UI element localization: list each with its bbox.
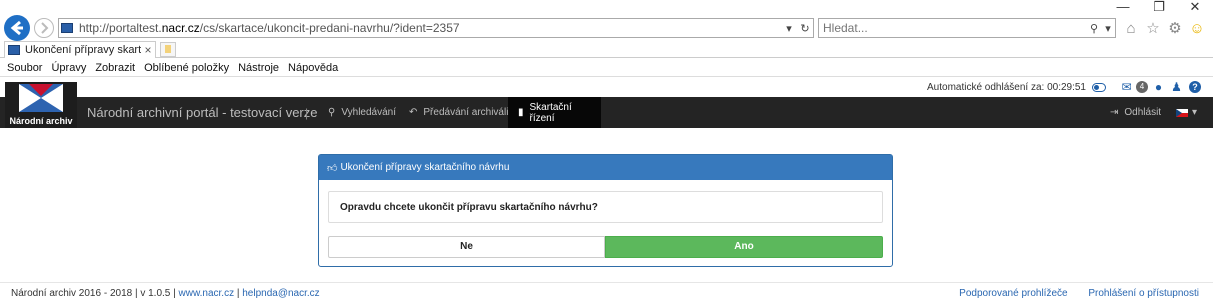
envelope-icon[interactable]: ✉ [1119, 80, 1134, 94]
footer-copyright: Národní archiv 2016 - 2018 | v 1.0.5 | [11, 288, 179, 299]
search-icon[interactable]: ⚲ [1087, 22, 1101, 35]
footer: Národní archiv 2016 - 2018 | v 1.0.5 | w… [0, 282, 1213, 302]
help-icon[interactable]: ? [1189, 81, 1201, 93]
new-tab-button[interactable] [160, 42, 176, 57]
forward-arrow-icon [41, 22, 49, 34]
menu-oblibene[interactable]: Oblíbené položky [144, 62, 229, 74]
dialog-title: Ukončení přípravy skartačního návrhu [340, 162, 510, 173]
user-icon[interactable]: ♟ [1169, 80, 1184, 94]
chat-icon[interactable]: ● [1151, 80, 1166, 94]
menu-upravy[interactable]: Úpravy [51, 62, 86, 74]
logo-text: Národní archiv [9, 116, 73, 126]
menu-soubor[interactable]: Soubor [7, 62, 42, 74]
main-navbar: Národní archiv Národní archivní portál -… [0, 82, 1213, 128]
thumbs-up-icon: 👍︎ [327, 162, 338, 174]
menu-zobrazit[interactable]: Zobrazit [95, 62, 135, 74]
reply-icon: ↶ [409, 107, 418, 118]
refresh-icon[interactable]: ↻ [797, 22, 813, 35]
language-dropdown[interactable]: ▾ [1176, 97, 1197, 128]
nav-item-label: Skartační řízení [529, 101, 572, 124]
dialog-question: Opravdu chcete ukončit přípravu skartačn… [328, 191, 883, 223]
dialog-header: 👍︎ Ukončení přípravy skartačního návrhu [319, 155, 892, 180]
nav-item-skartacni-rizeni[interactable]: ▮ Skartační řízení [508, 97, 601, 128]
search-dropdown-icon[interactable]: ▾ [1101, 22, 1115, 35]
menu-nastroje[interactable]: Nástroje [238, 62, 279, 74]
close-tab-icon[interactable]: × [141, 43, 155, 57]
browser-icons: ⌂ ☆ ⚙ ☺ [1122, 20, 1206, 38]
site-title: Národní archivní portál - testovací verz… [87, 105, 318, 120]
nav-item-predavani[interactable]: ↶ Předávání archiválií [399, 97, 521, 128]
url-text[interactable]: http://portaltest.nacr.cz/cs/skartace/uk… [79, 21, 781, 35]
website-link[interactable]: www.nacr.cz [179, 288, 235, 299]
forward-button[interactable] [34, 18, 54, 38]
nav-item-label: Vyhledávání [341, 107, 396, 118]
yes-button[interactable]: Ano [605, 236, 883, 258]
tab-favicon-icon [8, 45, 20, 55]
supported-browsers-link[interactable]: Podporované prohlížeče [959, 288, 1067, 299]
toggle-icon[interactable] [1092, 82, 1106, 92]
menu-napoveda[interactable]: Nápověda [288, 62, 338, 74]
back-arrow-icon [10, 20, 23, 36]
confirm-dialog: 👍︎ Ukončení přípravy skartačního návrhu … [318, 154, 893, 267]
messages-count-badge[interactable]: 4 [1136, 81, 1148, 93]
site-favicon-icon [61, 23, 73, 33]
email-link[interactable]: helpnda@nacr.cz [242, 288, 319, 299]
czech-flag-icon [1176, 108, 1188, 117]
menu-bar: Soubor Úpravy Zobrazit Oblíbené položky … [0, 59, 1213, 77]
no-button[interactable]: Ne [328, 236, 605, 258]
accessibility-statement-link[interactable]: Prohlášení o přístupnosti [1088, 288, 1199, 299]
favorites-star-icon[interactable]: ☆ [1144, 20, 1162, 38]
search-input[interactable] [823, 21, 1087, 35]
trash-icon: ▮ [518, 107, 524, 118]
search-icon: ⚲ [328, 107, 336, 118]
tab-active[interactable]: Ukončení přípravy skartační... × [4, 41, 156, 58]
footer-links: Podporované prohlížeče Prohlášení o přís… [941, 288, 1199, 299]
dropdown-arrow-icon[interactable]: ▾ [781, 22, 797, 35]
nav-item-vyhledavani[interactable]: ⚲ Vyhledávání [318, 97, 406, 128]
logout-label: Odhlásit [1124, 107, 1162, 118]
logo-mark-icon [19, 84, 63, 112]
tab-strip: Ukončení přípravy skartační... × [0, 40, 1213, 58]
logout-icon: ⇥ [1110, 107, 1119, 118]
tab-title: Ukončení přípravy skartační... [25, 44, 141, 56]
caret-down-icon: ▾ [1192, 107, 1198, 118]
settings-gear-icon[interactable]: ⚙ [1166, 20, 1184, 38]
browser-search-box[interactable]: ⚲ ▾ [818, 18, 1116, 38]
address-bar[interactable]: http://portaltest.nacr.cz/cs/skartace/uk… [58, 18, 814, 38]
home-icon[interactable]: ⌂ [1122, 20, 1140, 38]
logout-timer: Automatické odhlášení za: 00:29:51 [927, 81, 1086, 93]
feedback-smiley-icon[interactable]: ☺ [1188, 20, 1206, 38]
user-info-bar: Automatické odhlášení za: 00:29:51 ✉ 4 ●… [0, 77, 1213, 97]
nav-item-label: Předávání archiválií [423, 107, 512, 118]
logout-link[interactable]: ⇥ Odhlásit [1110, 97, 1161, 128]
logo[interactable]: Národní archiv [5, 82, 77, 128]
back-button[interactable] [4, 15, 30, 41]
footer-info: Národní archiv 2016 - 2018 | v 1.0.5 | w… [11, 288, 320, 299]
browser-toolbar: http://portaltest.nacr.cz/cs/skartace/uk… [0, 14, 1213, 42]
nav-separator: | [305, 106, 309, 120]
